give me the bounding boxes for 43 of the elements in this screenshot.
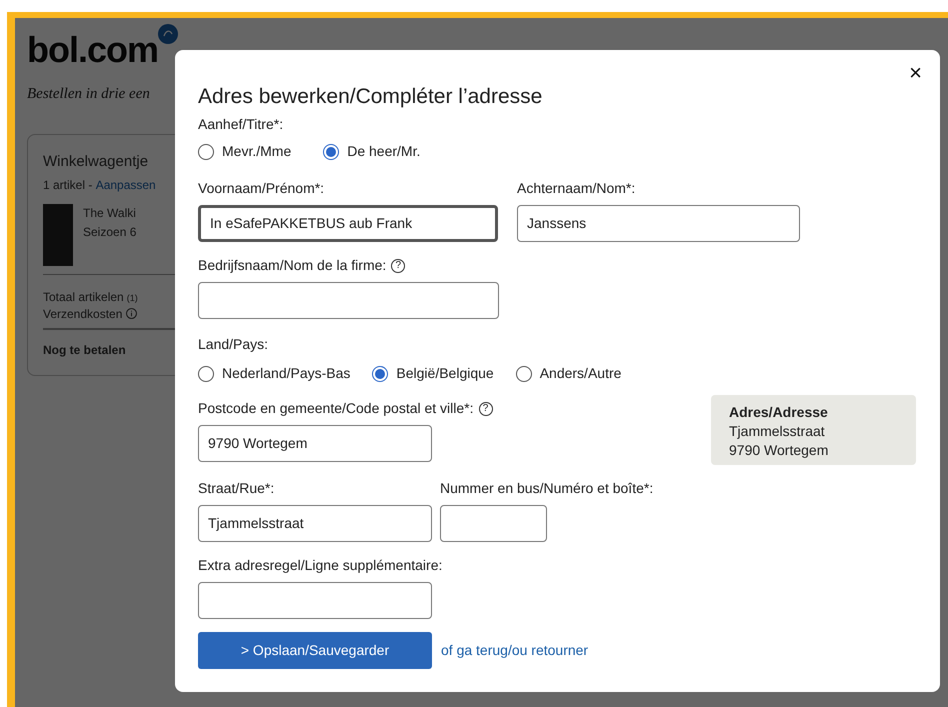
number-label: Nummer en bus/Numéro et boîte*: [440,479,654,498]
radio-option[interactable]: België/Belgique [372,363,494,384]
cart-title: Winkelwagentje [43,152,150,172]
country-label: Land/Pays: [198,335,268,354]
product-subtitle: Seizoen 6 [83,224,136,240]
postal-label: Postcode en gemeente/Code postal et ville*: [198,399,474,418]
number-field[interactable] [440,505,547,542]
radio-option[interactable]: De heer/Mr. [323,141,420,162]
first-name-label: Voornaam/Prénom*: [198,179,324,198]
close-button[interactable]: × [909,62,922,84]
back-link[interactable]: of ga terug/ou retourner [441,640,588,661]
cart-count: 1 artikel - [43,176,94,194]
address-preview-line: 9790 Wortegem [729,441,830,460]
dialog-title: Adres bewerken/Compléter l’adresse [198,84,544,110]
logo: bol.com [27,32,158,68]
last-name-field[interactable]: Janssens [517,205,800,242]
radio-option[interactable]: Mevr./Mme [198,141,292,162]
extra-line-label: Extra adresregel/Ligne supplémentaire: [198,556,442,575]
to-pay-label: Nog te betalen [43,342,126,356]
tagline: Bestellen in drie een [27,86,150,102]
salutation-label: Aanhef/Titre*: [198,115,284,134]
last-name-label: Achternaam/Nom*: [517,179,636,198]
address-preview-title: Adres/Adresse [729,403,829,422]
radio-option[interactable]: Anders/Autre [516,363,622,384]
street-label: Straat/Rue*: [198,479,274,498]
shipping-label: Verzendkosten [43,306,122,322]
first-name-field[interactable]: In eSafePAKKETBUS aub Frank [198,205,498,242]
product-title: The Walki [83,204,136,222]
company-label: Bedrijfsnaam/Nom de la firme: [198,256,386,275]
save-button[interactable]: > Opslaan/Sauvegarder [198,632,432,669]
radio-option[interactable]: Nederland/Pays-Bas [198,363,350,384]
logo-badge-icon [158,24,178,44]
extra-line-field[interactable] [198,582,432,619]
company-field[interactable] [198,282,499,319]
street-field[interactable]: Tjammelsstraat [198,505,432,542]
address-preview-line: Tjammelsstraat [729,422,826,441]
help-icon[interactable]: ? [478,402,493,416]
postal-field[interactable]: 9790 Wortegem [198,425,432,462]
info-icon[interactable] [126,308,138,319]
product-image-placeholder [43,204,73,266]
help-icon[interactable]: ? [391,258,406,272]
total-count: (1) [126,292,138,305]
total-label: Totaal artikelen [43,288,124,304]
